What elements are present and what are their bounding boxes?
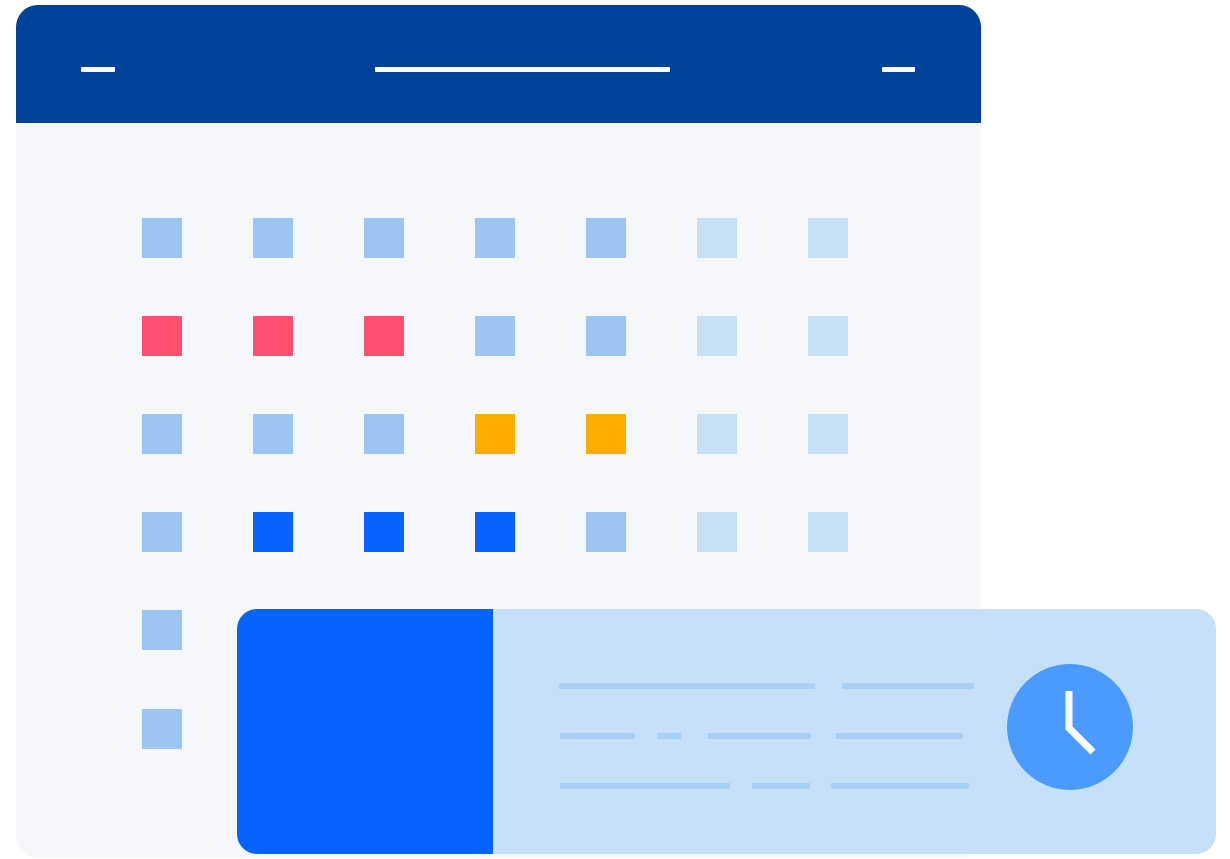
day-cell-past[interactable] bbox=[586, 218, 626, 258]
day-cell-event-orange[interactable] bbox=[586, 414, 626, 454]
day-cell-past[interactable] bbox=[142, 709, 182, 749]
clock-button[interactable] bbox=[1007, 664, 1133, 790]
calendar-illustration bbox=[0, 0, 1230, 859]
day-cell-past[interactable] bbox=[142, 512, 182, 552]
day-cell-event-blue[interactable] bbox=[475, 512, 515, 552]
day-cell-past[interactable] bbox=[142, 218, 182, 258]
day-cell-past[interactable] bbox=[475, 316, 515, 356]
detail-line-placeholder bbox=[560, 733, 635, 739]
day-cell-event-red[interactable] bbox=[142, 316, 182, 356]
day-cell-future[interactable] bbox=[697, 414, 737, 454]
detail-line-placeholder bbox=[836, 733, 963, 739]
day-cell-future[interactable] bbox=[808, 218, 848, 258]
detail-line-placeholder bbox=[752, 783, 810, 789]
detail-line-placeholder bbox=[559, 683, 815, 689]
day-cell-future[interactable] bbox=[697, 218, 737, 258]
detail-line-placeholder bbox=[831, 783, 969, 789]
day-cell-past[interactable] bbox=[586, 316, 626, 356]
day-cell-past[interactable] bbox=[475, 218, 515, 258]
day-cell-past[interactable] bbox=[142, 610, 182, 650]
day-cell-future[interactable] bbox=[697, 316, 737, 356]
detail-line-placeholder bbox=[708, 733, 811, 739]
day-cell-past[interactable] bbox=[253, 218, 293, 258]
day-cell-past[interactable] bbox=[142, 414, 182, 454]
day-cell-past[interactable] bbox=[586, 512, 626, 552]
clock-icon bbox=[1065, 691, 1096, 755]
day-cell-future[interactable] bbox=[808, 316, 848, 356]
day-cell-event-red[interactable] bbox=[364, 316, 404, 356]
day-cell-event-blue[interactable] bbox=[364, 512, 404, 552]
detail-line-placeholder bbox=[842, 683, 974, 689]
day-cell-future[interactable] bbox=[808, 512, 848, 552]
day-cell-past[interactable] bbox=[364, 414, 404, 454]
day-cell-event-blue[interactable] bbox=[253, 512, 293, 552]
event-card[interactable] bbox=[237, 609, 1216, 854]
detail-line-placeholder bbox=[657, 733, 681, 739]
day-cell-future[interactable] bbox=[697, 512, 737, 552]
day-cell-future[interactable] bbox=[808, 414, 848, 454]
day-cell-event-orange[interactable] bbox=[475, 414, 515, 454]
day-cell-past[interactable] bbox=[364, 218, 404, 258]
day-cell-event-red[interactable] bbox=[253, 316, 293, 356]
day-cell-past[interactable] bbox=[253, 414, 293, 454]
event-thumbnail bbox=[237, 609, 493, 854]
detail-line-placeholder bbox=[560, 783, 730, 789]
